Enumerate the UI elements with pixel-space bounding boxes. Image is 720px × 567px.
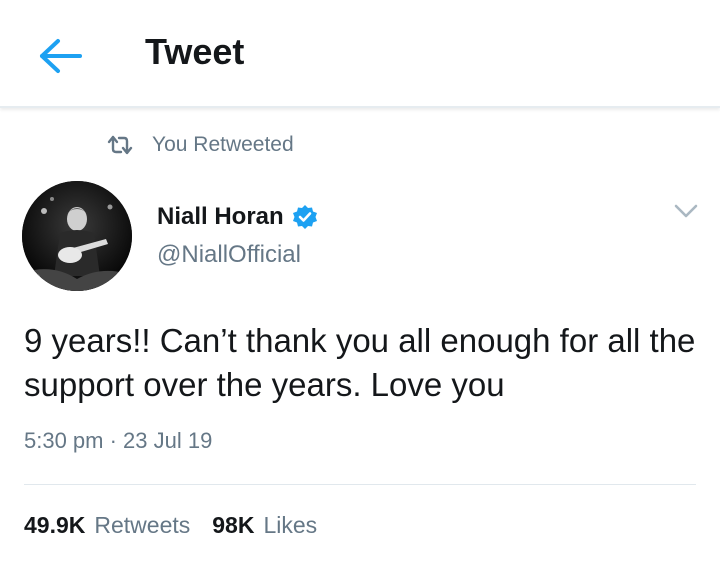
retweets-stat[interactable]: 49.9K Retweets xyxy=(24,512,190,539)
likes-stat[interactable]: 98K Likes xyxy=(212,512,317,539)
likes-count: 98K xyxy=(212,512,255,538)
page-title: Tweet xyxy=(145,31,245,72)
retweet-icon xyxy=(107,135,133,155)
retweet-label: You Retweeted xyxy=(152,133,294,156)
back-button[interactable] xyxy=(36,36,84,76)
verified-badge-icon xyxy=(292,205,317,229)
retweets-label: Retweets xyxy=(94,512,191,538)
tweet-stats: 49.9K Retweets 98K Likes xyxy=(24,512,317,539)
retweets-count: 49.9K xyxy=(24,512,86,538)
top-app-bar: Tweet xyxy=(0,0,720,108)
author-handle[interactable]: @NiallOfficial xyxy=(157,241,301,269)
tweet-text: 9 years!! Can’t thank you all enough for… xyxy=(24,322,696,403)
tweet-timestamp: 5:30 pm · 23 Jul 19 xyxy=(24,428,213,453)
likes-label: Likes xyxy=(263,512,318,538)
retweet-context: You Retweeted xyxy=(106,130,294,160)
divider xyxy=(24,484,696,485)
chevron-down-icon[interactable] xyxy=(673,202,699,220)
arrow-left-icon xyxy=(40,39,82,73)
avatar[interactable] xyxy=(22,181,132,291)
author-name-row[interactable]: Niall Horan xyxy=(157,203,318,231)
author-name: Niall Horan xyxy=(157,203,284,230)
